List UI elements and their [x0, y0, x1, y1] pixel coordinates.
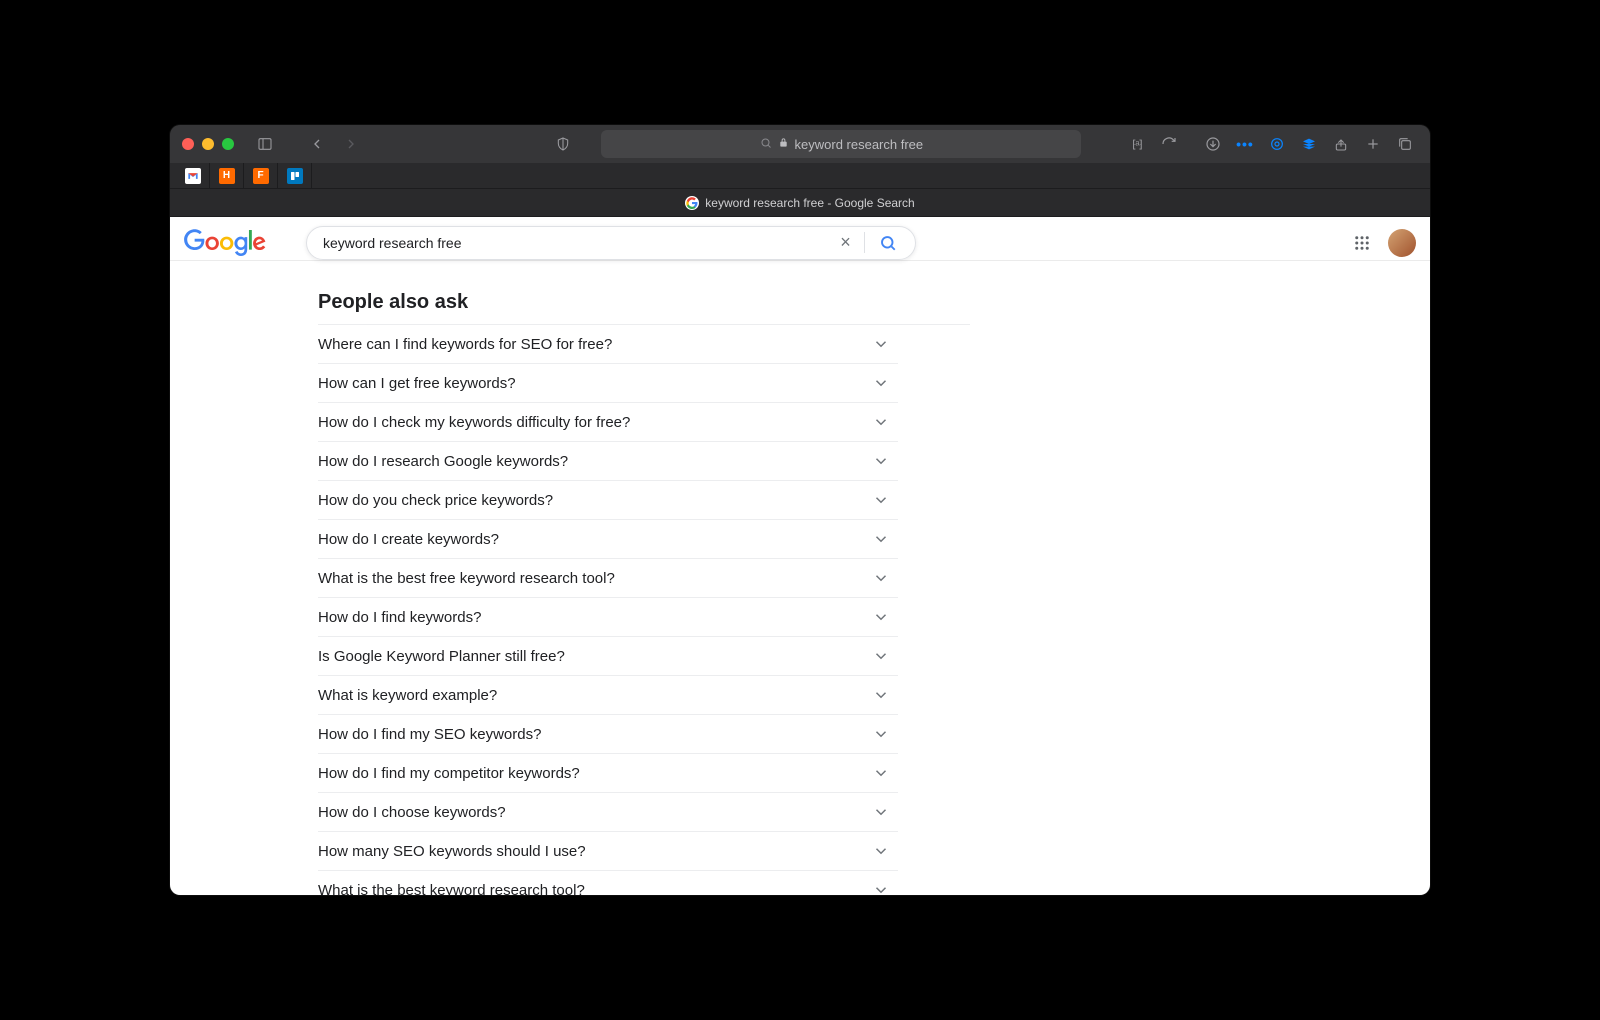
forward-button[interactable] [338, 131, 364, 157]
chevron-down-icon [872, 764, 890, 782]
clear-search-button[interactable]: × [835, 232, 865, 253]
paa-question-row[interactable]: How do I create keywords? [318, 520, 898, 559]
extension-2-button[interactable] [1296, 131, 1322, 157]
paa-question-row[interactable]: How can I get free keywords? [318, 364, 898, 403]
paa-question-row[interactable]: What is the best keyword research tool? [318, 871, 898, 895]
chevron-down-icon [872, 686, 890, 704]
paa-question-text: How do you check price keywords? [318, 492, 553, 509]
safari-toolbar: keyword research free ⁅ᵃ⁆ ••• [170, 125, 1430, 163]
people-also-ask-heading: People also ask [318, 291, 970, 314]
paa-question-row[interactable]: How do I find my SEO keywords? [318, 715, 898, 754]
chevron-down-icon [872, 842, 890, 860]
paa-question-text: What is the best keyword research tool? [318, 882, 585, 896]
share-button[interactable] [1328, 131, 1354, 157]
f-icon: F [253, 168, 269, 184]
extension-dots-icon[interactable]: ••• [1232, 131, 1258, 157]
paa-question-row[interactable]: What is keyword example? [318, 676, 898, 715]
chevron-down-icon [872, 803, 890, 821]
url-text: keyword research free [795, 137, 924, 152]
tab-title[interactable]: keyword research free - Google Search [705, 196, 914, 210]
paa-question-row[interactable]: What is the best free keyword research t… [318, 559, 898, 598]
paa-question-text: How do I find keywords? [318, 609, 481, 626]
people-also-ask-list: Where can I find keywords for SEO for fr… [318, 324, 970, 895]
paa-question-row[interactable]: How do I choose keywords? [318, 793, 898, 832]
close-window-button[interactable] [182, 138, 194, 150]
minimize-window-button[interactable] [202, 138, 214, 150]
sidebar-toggle-button[interactable] [252, 131, 278, 157]
chevron-down-icon [872, 647, 890, 665]
chevron-down-icon [872, 608, 890, 626]
paa-question-row[interactable]: Where can I find keywords for SEO for fr… [318, 325, 898, 364]
paa-question-text: How do I check my keywords difficulty fo… [318, 414, 630, 431]
paa-question-row[interactable]: How do I find keywords? [318, 598, 898, 637]
downloads-button[interactable] [1200, 131, 1226, 157]
paa-question-row[interactable]: How do I check my keywords difficulty fo… [318, 403, 898, 442]
paa-question-row[interactable]: Is Google Keyword Planner still free? [318, 637, 898, 676]
chevron-down-icon [872, 725, 890, 743]
favorite-f[interactable]: F [244, 163, 278, 189]
trello-icon [287, 168, 303, 184]
favorite-trello[interactable] [278, 163, 312, 189]
paa-question-row[interactable]: How do I research Google keywords? [318, 442, 898, 481]
extension-1-button[interactable] [1264, 131, 1290, 157]
account-avatar[interactable] [1388, 229, 1416, 257]
google-search-box[interactable]: × [306, 226, 916, 260]
search-input[interactable] [323, 235, 835, 251]
gmail-icon [185, 168, 201, 184]
chevron-down-icon [872, 413, 890, 431]
shield-privacy-button[interactable] [550, 131, 576, 157]
google-favicon [685, 196, 699, 210]
chevron-down-icon [872, 569, 890, 587]
paa-question-row[interactable]: How many SEO keywords should I use? [318, 832, 898, 871]
chevron-down-icon [872, 530, 890, 548]
google-header: × [170, 217, 1430, 261]
lock-icon [778, 137, 789, 151]
chevron-down-icon [872, 491, 890, 509]
favorite-gmail[interactable] [176, 163, 210, 189]
window-controls [182, 138, 234, 150]
paa-question-row[interactable]: How do you check price keywords? [318, 481, 898, 520]
tab-strip: keyword research free - Google Search [170, 189, 1430, 217]
address-bar[interactable]: keyword research free [601, 130, 1081, 158]
favorites-bar: H F [170, 163, 1430, 189]
paa-question-text: How do I choose keywords? [318, 804, 506, 821]
paa-question-text: How do I find my SEO keywords? [318, 726, 541, 743]
paa-question-text: How many SEO keywords should I use? [318, 843, 586, 860]
h-icon: H [219, 168, 235, 184]
paa-question-text: How do I research Google keywords? [318, 453, 568, 470]
search-button[interactable] [873, 234, 903, 252]
browser-window: keyword research free ⁅ᵃ⁆ ••• [170, 125, 1430, 895]
chevron-down-icon [872, 335, 890, 353]
google-logo[interactable] [184, 229, 276, 257]
chevron-down-icon [872, 374, 890, 392]
paa-question-text: Is Google Keyword Planner still free? [318, 648, 565, 665]
paa-question-text: How can I get free keywords? [318, 375, 516, 392]
search-icon [760, 137, 772, 152]
paa-question-row[interactable]: How do I find my competitor keywords? [318, 754, 898, 793]
reload-button[interactable] [1156, 131, 1182, 157]
fullscreen-window-button[interactable] [222, 138, 234, 150]
paa-question-text: What is the best free keyword research t… [318, 570, 615, 587]
paa-question-text: How do I create keywords? [318, 531, 499, 548]
favorite-h[interactable]: H [210, 163, 244, 189]
back-button[interactable] [304, 131, 330, 157]
new-tab-button[interactable] [1360, 131, 1386, 157]
search-results: People also ask Where can I find keyword… [170, 261, 970, 895]
paa-question-text: Where can I find keywords for SEO for fr… [318, 336, 612, 353]
google-apps-button[interactable] [1350, 231, 1374, 255]
paa-question-text: How do I find my competitor keywords? [318, 765, 580, 782]
page-content: × People also ask Where can I find keywo… [170, 217, 1430, 895]
translate-button[interactable]: ⁅ᵃ⁆ [1124, 131, 1150, 157]
tabs-overview-button[interactable] [1392, 131, 1418, 157]
chevron-down-icon [872, 881, 890, 895]
chevron-down-icon [872, 452, 890, 470]
paa-question-text: What is keyword example? [318, 687, 497, 704]
